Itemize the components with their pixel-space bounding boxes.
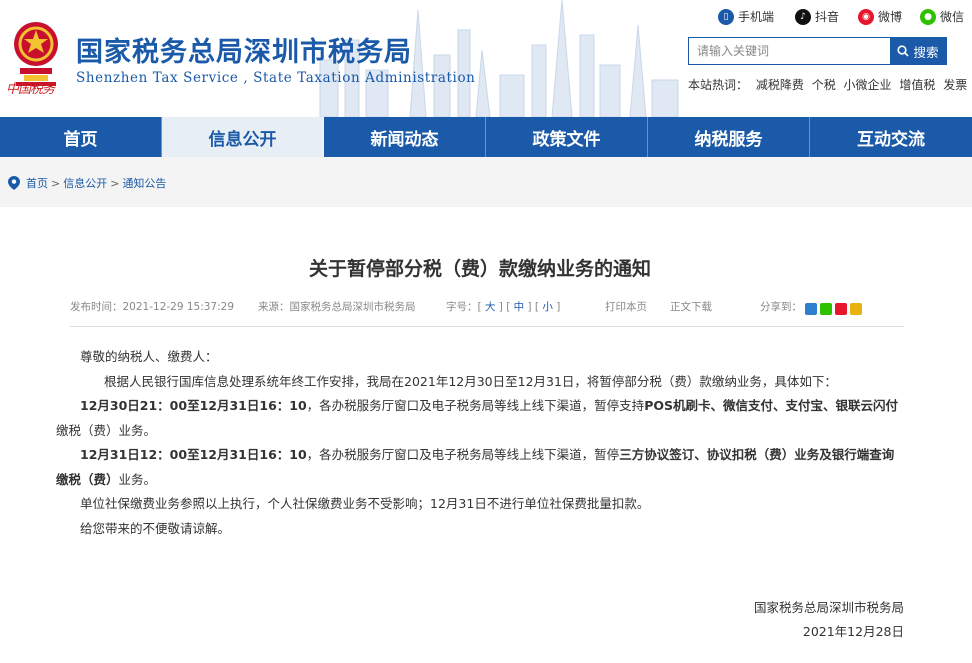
signature-block: 国家税务总局深圳市税务局 2021年12月28日 bbox=[754, 596, 904, 644]
share-weibo-icon[interactable] bbox=[835, 303, 847, 315]
hot-word-link[interactable]: 发票 bbox=[943, 78, 967, 92]
nav-item-tax-service[interactable]: 纳税服务 bbox=[648, 117, 810, 157]
hot-word-link[interactable]: 小微企业 bbox=[844, 78, 892, 92]
breadcrumb-notice[interactable]: 通知公告 bbox=[122, 175, 166, 191]
article-source: 来源：国家税务总局深圳市税务局 bbox=[258, 301, 416, 313]
font-size-medium[interactable]: 中 bbox=[514, 301, 525, 313]
mobile-link[interactable]: ▯ 手机端 bbox=[718, 8, 774, 25]
greeting: 尊敬的纳税人、缴费人： bbox=[80, 349, 218, 364]
weibo-link[interactable]: ◉ 微博 bbox=[858, 8, 902, 25]
font-size-large[interactable]: 大 bbox=[485, 301, 496, 313]
site-header: 中国税务 国家税务总局深圳市税务局 Shenzhen Tax Service ,… bbox=[0, 0, 972, 117]
share-qzone-icon[interactable] bbox=[850, 303, 862, 315]
share-label: 分享到： bbox=[760, 301, 802, 313]
nav-item-home[interactable]: 首页 bbox=[0, 117, 162, 157]
article-body: 尊敬的纳税人、缴费人： 根据人民银行国库信息处理系统年终工作安排，我局在2021… bbox=[56, 345, 906, 541]
douyin-link[interactable]: ♪ 抖音 bbox=[795, 8, 839, 25]
article-title: 关于暂停部分税（费）款缴纳业务的通知 bbox=[308, 258, 651, 280]
download-link[interactable]: 正文下载 bbox=[670, 299, 712, 314]
location-pin-icon bbox=[8, 176, 20, 190]
breadcrumb-info[interactable]: 信息公开 bbox=[63, 175, 107, 191]
hot-word-link[interactable]: 减税降费 bbox=[756, 78, 804, 92]
article-container: 关于暂停部分税（费）款缴纳业务的通知 发布时间：2021-12-29 15:37… bbox=[0, 207, 972, 663]
paragraph-1-cont: 缴税（费）业务。 bbox=[56, 422, 157, 438]
main-nav: 首页 信息公开 新闻动态 政策文件 纳税服务 互动交流 bbox=[0, 117, 972, 157]
hot-word-link[interactable]: 个税 bbox=[812, 78, 836, 92]
paragraph-3: 单位社保缴费业务参照以上执行，个人社保缴费业务不受影响；12月31日不进行单位社… bbox=[80, 496, 650, 511]
site-subtitle: Shenzhen Tax Service , State Taxation Ad… bbox=[76, 70, 476, 86]
nav-item-info-disclosure[interactable]: 信息公开 bbox=[162, 117, 324, 157]
paragraph-2: 12月31日12：00至12月31日16：10，各办税服务厅窗口及电子税务局等线… bbox=[80, 447, 895, 462]
paragraph-2-cont: 缴税（费）业务。 bbox=[56, 471, 157, 487]
meta-divider bbox=[70, 326, 904, 327]
signature-org: 国家税务总局深圳市税务局 bbox=[753, 600, 904, 615]
intro-paragraph: 根据人民银行国库信息处理系统年终工作安排，我局在2021年12月30日至12月3… bbox=[104, 373, 837, 389]
mobile-icon: ▯ bbox=[718, 8, 734, 25]
share-icons bbox=[805, 303, 862, 315]
font-size-control: 字号：[ 大 ] [ 中 ] [ 小 ] bbox=[446, 301, 561, 313]
print-link[interactable]: 打印本页 bbox=[605, 299, 647, 314]
search-bar: 搜索 bbox=[688, 37, 947, 65]
share-wechat-icon[interactable] bbox=[820, 303, 832, 315]
douyin-icon: ♪ bbox=[795, 8, 811, 25]
nav-item-news[interactable]: 新闻动态 bbox=[324, 117, 486, 157]
breadcrumb-home[interactable]: 首页 bbox=[26, 175, 48, 191]
wechat-link[interactable]: ● 微信 bbox=[920, 8, 964, 25]
search-button[interactable]: 搜索 bbox=[890, 38, 946, 64]
publish-time: 发布时间：2021-12-29 15:37:29 bbox=[70, 301, 235, 313]
wechat-icon: ● bbox=[920, 8, 936, 25]
paragraph-4: 给您带来的不便敬请谅解。 bbox=[80, 520, 231, 536]
nav-item-policy[interactable]: 政策文件 bbox=[486, 117, 648, 157]
hot-words: 本站热词： 减税降费 个税 小微企业 增值税 发票 bbox=[688, 78, 968, 92]
paragraph-1: 12月30日21：00至12月31日16：10，各办税服务厅窗口及电子税务局等线… bbox=[80, 398, 898, 413]
nav-item-interaction[interactable]: 互动交流 bbox=[810, 117, 972, 157]
share-more-icon[interactable] bbox=[805, 303, 817, 315]
weibo-icon: ◉ bbox=[858, 8, 874, 25]
font-size-small[interactable]: 小 bbox=[542, 301, 553, 313]
tax-logo-text: 中国税务 bbox=[6, 82, 55, 97]
hot-word-link[interactable]: 增值税 bbox=[899, 78, 935, 92]
signature-date: 2021年12月28日 bbox=[802, 624, 904, 639]
search-icon bbox=[897, 45, 910, 57]
search-input[interactable] bbox=[689, 38, 890, 64]
site-title: 国家税务总局深圳市税务局 bbox=[76, 37, 412, 68]
breadcrumb: 首页 > 信息公开 > 通知公告 bbox=[8, 175, 166, 191]
